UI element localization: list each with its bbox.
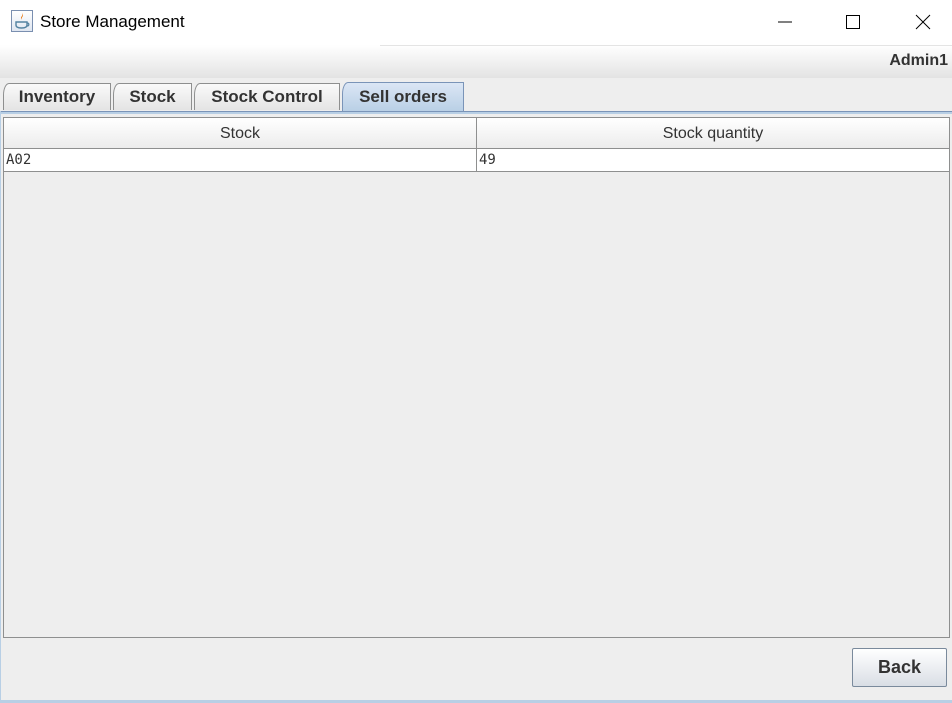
minimize-icon <box>778 21 792 23</box>
tab-stock[interactable]: Stock <box>113 83 192 110</box>
back-button[interactable]: Back <box>852 648 947 687</box>
header-bar: Admin1 <box>0 45 952 78</box>
panel-left-border <box>0 111 1 703</box>
close-button[interactable] <box>900 0 946 45</box>
cell-stock-quantity[interactable]: 49 <box>477 149 949 171</box>
cell-stock[interactable]: A02 <box>4 149 477 171</box>
store-management-window: Store Management Admin1 Inventory Stock … <box>0 0 952 703</box>
table-row[interactable]: A02 49 <box>4 149 949 172</box>
column-header-stock-quantity[interactable]: Stock quantity <box>477 118 949 148</box>
table-body: A02 49 <box>4 149 949 172</box>
minimize-button[interactable] <box>762 0 808 45</box>
tab-stock-control[interactable]: Stock Control <box>194 83 340 110</box>
maximize-icon <box>846 15 860 29</box>
tab-bar: Inventory Stock Stock Control Sell order… <box>0 80 952 112</box>
title-bar: Store Management <box>0 0 952 45</box>
tab-sell-orders[interactable]: Sell orders <box>342 82 464 112</box>
tab-underline <box>0 111 952 114</box>
column-header-stock[interactable]: Stock <box>4 118 477 148</box>
stock-table: Stock Stock quantity A02 49 <box>3 117 950 638</box>
window-title: Store Management <box>40 12 185 31</box>
java-app-icon <box>11 10 33 32</box>
maximize-button[interactable] <box>830 0 876 45</box>
current-user-label: Admin1 <box>889 52 948 69</box>
close-icon <box>915 14 931 30</box>
header-divider <box>380 45 952 46</box>
tab-inventory[interactable]: Inventory <box>3 83 111 110</box>
table-header: Stock Stock quantity <box>4 118 949 149</box>
